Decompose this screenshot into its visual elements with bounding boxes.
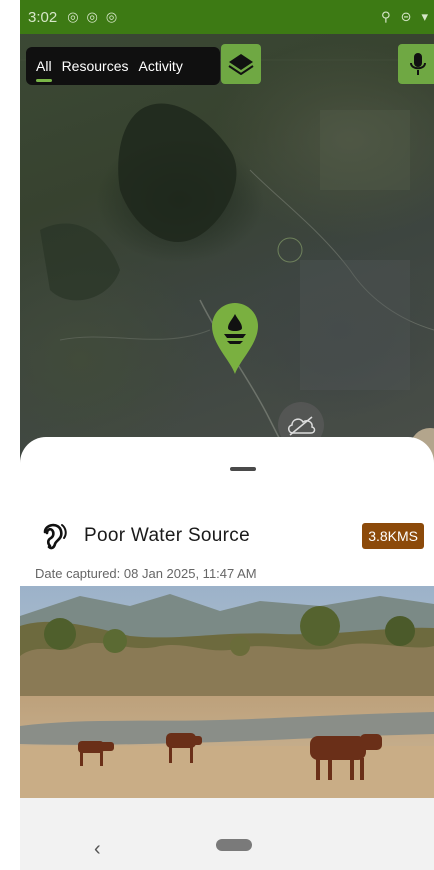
status-bar: 3:02 ◎ ◎ ◎ ⚲ ⊝ ▾ xyxy=(20,0,434,34)
date-captured: Date captured: 08 Jan 2025, 11:47 AM xyxy=(35,566,257,581)
notification-icon: ◎ xyxy=(105,9,118,24)
microphone-button[interactable] xyxy=(398,44,434,84)
water-source-pin-icon[interactable] xyxy=(210,300,260,376)
status-notification-icons: ◎ ◎ ◎ xyxy=(67,9,117,25)
layers-button[interactable] xyxy=(221,44,261,84)
phone-screen: 3:02 ◎ ◎ ◎ ⚲ ⊝ ▾ All Resources Activity xyxy=(20,0,434,870)
tab-all[interactable]: All xyxy=(36,58,52,82)
tab-activity[interactable]: Activity xyxy=(138,58,182,74)
back-button[interactable]: ‹ xyxy=(94,838,101,861)
resource-title: Poor Water Source xyxy=(84,525,250,546)
home-button[interactable] xyxy=(216,839,252,851)
layers-icon xyxy=(228,54,254,75)
distance-badge: 3.8KMS xyxy=(362,523,424,549)
system-navigation-bar xyxy=(20,798,434,870)
dnd-icon: ⊝ xyxy=(400,9,412,24)
notification-icon: ◎ xyxy=(86,9,98,24)
location-icon: ⚲ xyxy=(381,9,391,24)
photo-landscape xyxy=(20,586,434,798)
sheet-drag-handle[interactable] xyxy=(230,467,256,471)
notification-icon: ◎ xyxy=(67,9,79,24)
wifi-icon: ▾ xyxy=(421,9,428,24)
status-time: 3:02 xyxy=(28,8,58,26)
status-system-icons: ⚲ ⊝ ▾ xyxy=(381,9,428,25)
tab-resources[interactable]: Resources xyxy=(62,58,129,74)
ear-icon xyxy=(43,523,67,550)
cloud-off-icon xyxy=(288,416,316,436)
satellite-map[interactable]: 3:02 ◎ ◎ ◎ ⚲ ⊝ ▾ All Resources Activity xyxy=(20,0,434,470)
filter-tabs: All Resources Activity xyxy=(26,47,220,85)
resource-header: Poor Water Source 3.8KMS xyxy=(20,519,434,555)
microphone-icon xyxy=(410,53,426,75)
resource-photo[interactable] xyxy=(20,586,434,798)
